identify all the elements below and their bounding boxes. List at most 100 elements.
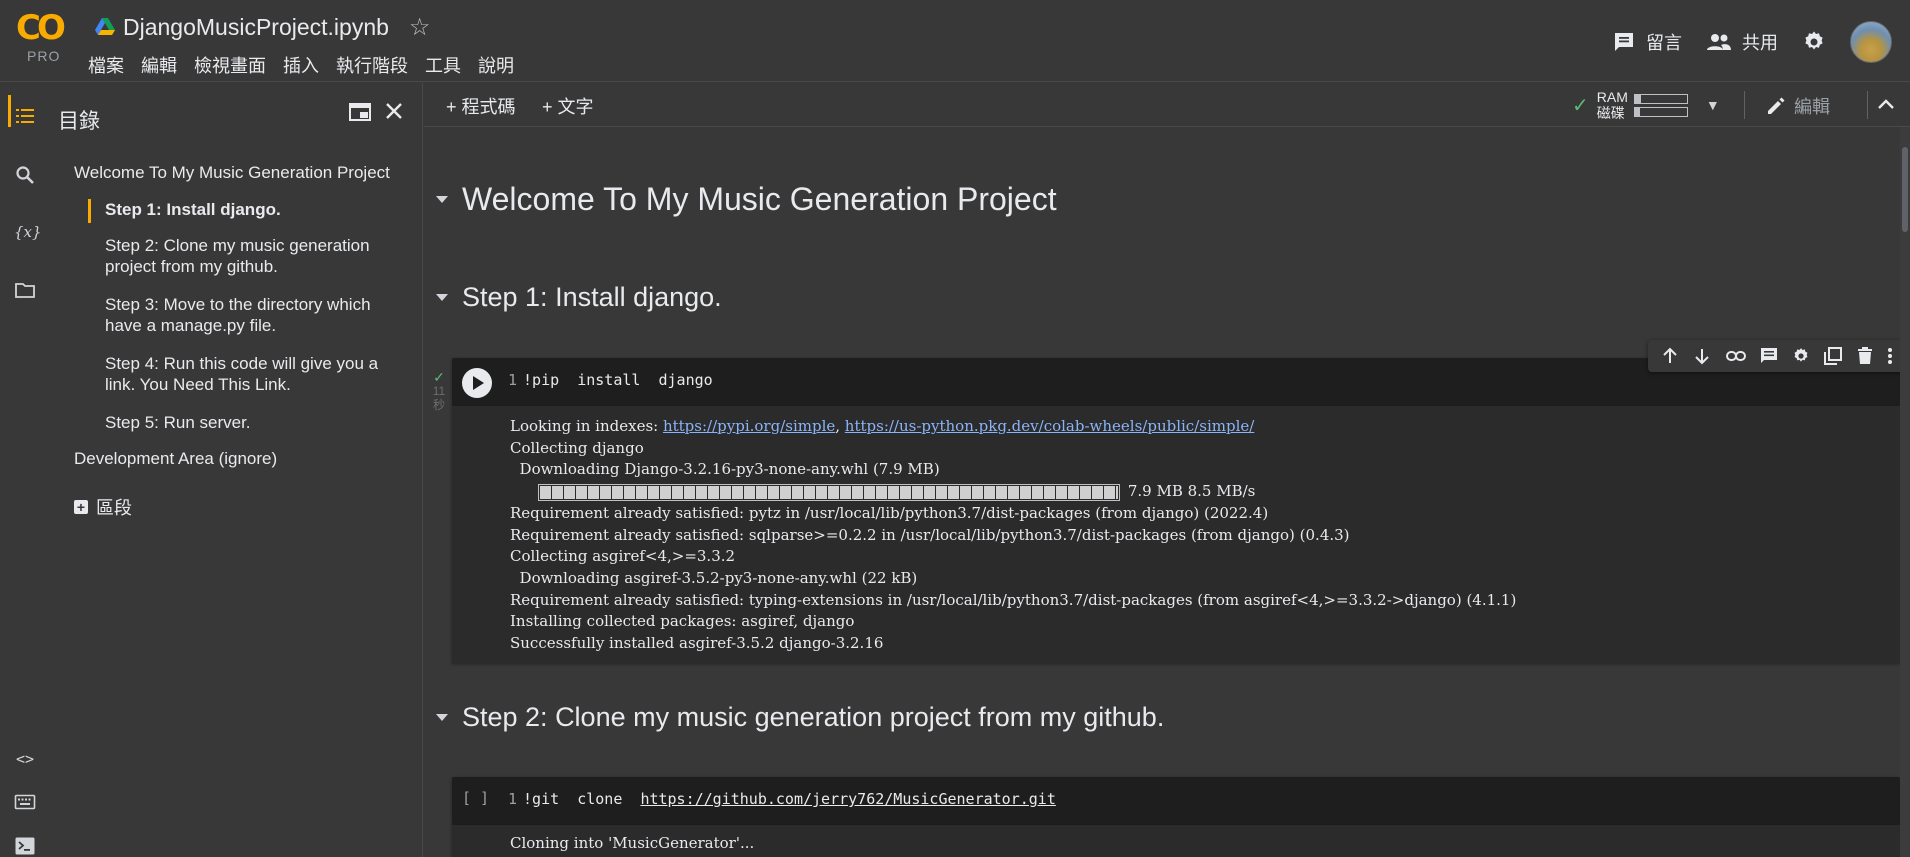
- close-icon[interactable]: [382, 99, 406, 123]
- line-number: 1: [508, 371, 518, 389]
- star-icon[interactable]: ☆: [409, 13, 431, 42]
- collapse-caret-icon[interactable]: [436, 294, 448, 301]
- output-text: Cloning into 'MusicGenerator'...: [510, 834, 755, 852]
- people-icon: [1707, 34, 1731, 50]
- code-cell-editor[interactable]: [ ] 1 !git clone https://github.com/jerry…: [452, 777, 1900, 825]
- notebook-title[interactable]: DjangoMusicProject.ipynb: [123, 14, 389, 41]
- output-prefix: Looking in indexes:: [510, 417, 663, 435]
- search-icon[interactable]: [14, 164, 36, 186]
- add-section-button[interactable]: + 區段: [74, 494, 132, 520]
- toc-item-step4[interactable]: Step 4: Run this code will give you a li…: [105, 353, 405, 395]
- cell-settings-icon[interactable]: [1792, 347, 1810, 365]
- comment-icon: [1615, 33, 1633, 51]
- pypi-link[interactable]: https://pypi.org/simple: [663, 417, 835, 435]
- code-cell-1[interactable]: ✓ 11 秒 1 !pip install django Looking in i…: [433, 340, 1906, 663]
- section-heading-welcome: Welcome To My Music Generation Project: [436, 181, 1057, 218]
- menu-bar: 檔案 編輯 檢視畫面 插入 執行階段 工具 說明: [88, 52, 531, 78]
- menu-file[interactable]: 檔案: [88, 52, 124, 78]
- notebook-toolbar: + 程式碼 + 文字 ✓ RAM 磁碟 ▼ 編輯: [424, 83, 1910, 127]
- more-vert-icon[interactable]: [1887, 347, 1893, 365]
- execution-status: ✓ 11 秒: [430, 370, 448, 412]
- share-button[interactable]: 共用: [1706, 29, 1778, 55]
- user-avatar[interactable]: [1850, 21, 1892, 63]
- chevron-down-icon[interactable]: ▼: [1706, 97, 1720, 113]
- toc-item-step5[interactable]: Step 5: Run server.: [105, 412, 405, 433]
- cell-output: Looking in indexes: https://pypi.org/sim…: [452, 406, 1900, 663]
- header-actions: 留言 共用: [1612, 21, 1892, 63]
- resource-bars: [1633, 91, 1688, 120]
- logo-mark: CO: [16, 8, 66, 48]
- menu-tools[interactable]: 工具: [425, 52, 461, 78]
- left-rail: {x} <>: [0, 83, 50, 857]
- cell-toolbar: [1648, 340, 1906, 372]
- pro-badge: PRO: [27, 48, 61, 64]
- success-check-icon: ✓: [433, 369, 445, 385]
- colab-wheels-link[interactable]: https://us-python.pkg.dev/colab-wheels/p…: [845, 417, 1255, 435]
- scrollbar-thumb[interactable]: [1902, 147, 1908, 232]
- terminal-icon[interactable]: [14, 835, 36, 857]
- output-sep: ,: [835, 417, 845, 435]
- disk-label: 磁碟: [1596, 105, 1625, 121]
- code-cell-editor[interactable]: ✓ 11 秒 1 !pip install django: [433, 340, 1906, 412]
- disk-bar-fill: [1634, 107, 1641, 116]
- code-line[interactable]: 1 !pip install django: [508, 371, 713, 389]
- ram-bar: [1633, 93, 1688, 104]
- add-section-label: 區段: [96, 498, 132, 518]
- code-line[interactable]: 1 !git clone https://github.com/jerry762/…: [508, 790, 1056, 808]
- delete-icon[interactable]: [1857, 347, 1873, 365]
- run-cell-button[interactable]: [ ]: [462, 789, 489, 807]
- line-number: 1: [508, 790, 518, 808]
- link-icon[interactable]: [1725, 347, 1746, 365]
- command-palette-icon[interactable]: [14, 791, 36, 813]
- toc-title: 目錄: [58, 110, 100, 133]
- toc-item-development[interactable]: Development Area (ignore): [74, 448, 277, 469]
- connected-check-icon: ✓: [1572, 94, 1589, 117]
- chevron-up-icon[interactable]: [1872, 91, 1900, 119]
- output-lines-a: Collecting django Downloading Django-3.2…: [510, 438, 940, 479]
- plus-box-icon: +: [74, 500, 88, 514]
- variables-icon[interactable]: {x}: [14, 221, 42, 243]
- vertical-scrollbar[interactable]: [1900, 127, 1910, 857]
- edit-mode-button[interactable]: 編輯: [1766, 93, 1830, 119]
- notebook-main[interactable]: Welcome To My Music Generation Project S…: [424, 127, 1910, 857]
- mirror-cell-icon[interactable]: [1824, 347, 1843, 365]
- settings-gear-icon[interactable]: [1802, 30, 1826, 54]
- toc-item-welcome[interactable]: Welcome To My Music Generation Project: [74, 162, 390, 183]
- toc-item-step2[interactable]: Step 2: Clone my music generation projec…: [105, 235, 405, 277]
- collapse-caret-icon[interactable]: [436, 196, 448, 203]
- github-link[interactable]: https://github.com/jerry762/MusicGenerat…: [640, 790, 1055, 808]
- menu-insert[interactable]: 插入: [283, 52, 319, 78]
- toolbar-divider: [1744, 91, 1745, 119]
- app-header: CO PRO DjangoMusicProject.ipynb ☆ 檔案 編輯 …: [0, 0, 1910, 82]
- ram-label: RAM: [1596, 89, 1628, 105]
- menu-view[interactable]: 檢視畫面: [194, 52, 266, 78]
- menu-edit[interactable]: 編輯: [141, 52, 177, 78]
- toc-list-icon[interactable]: [14, 105, 36, 127]
- add-code-button[interactable]: + 程式碼: [446, 93, 516, 119]
- comment-icon[interactable]: [1760, 347, 1778, 365]
- add-text-button[interactable]: + 文字: [542, 93, 594, 119]
- cell-output: Cloning into 'MusicGenerator'...: [452, 825, 1900, 857]
- download-progress-bar: [537, 483, 1120, 501]
- disk-bar: [1633, 106, 1688, 117]
- code-cell-2[interactable]: [ ] 1 !git clone https://github.com/jerry…: [452, 777, 1900, 857]
- code-snippets-icon[interactable]: <>: [14, 748, 36, 770]
- move-down-icon[interactable]: [1693, 347, 1711, 365]
- section-heading-step2: Step 2: Clone my music generation projec…: [436, 702, 1164, 733]
- share-label: 共用: [1742, 33, 1778, 53]
- menu-runtime[interactable]: 執行階段: [336, 52, 408, 78]
- toolbar-divider: [1867, 91, 1868, 119]
- output-text: Looking in indexes: https://pypi.org/sim…: [452, 416, 1900, 655]
- toc-item-step1[interactable]: Step 1: Install django.: [105, 199, 405, 220]
- comment-button[interactable]: 留言: [1612, 29, 1682, 55]
- runtime-resources[interactable]: ✓ RAM 磁碟 ▼: [1572, 89, 1720, 121]
- run-cell-button[interactable]: [462, 368, 492, 398]
- code-text: !git clone: [523, 790, 641, 808]
- folder-icon[interactable]: [14, 279, 36, 301]
- collapse-caret-icon[interactable]: [436, 714, 448, 721]
- menu-help[interactable]: 說明: [478, 52, 514, 78]
- open-in-window-icon[interactable]: [348, 101, 372, 123]
- colab-logo[interactable]: CO PRO: [16, 10, 72, 66]
- toc-item-step3[interactable]: Step 3: Move to the directory which have…: [105, 294, 405, 336]
- move-up-icon[interactable]: [1661, 347, 1679, 365]
